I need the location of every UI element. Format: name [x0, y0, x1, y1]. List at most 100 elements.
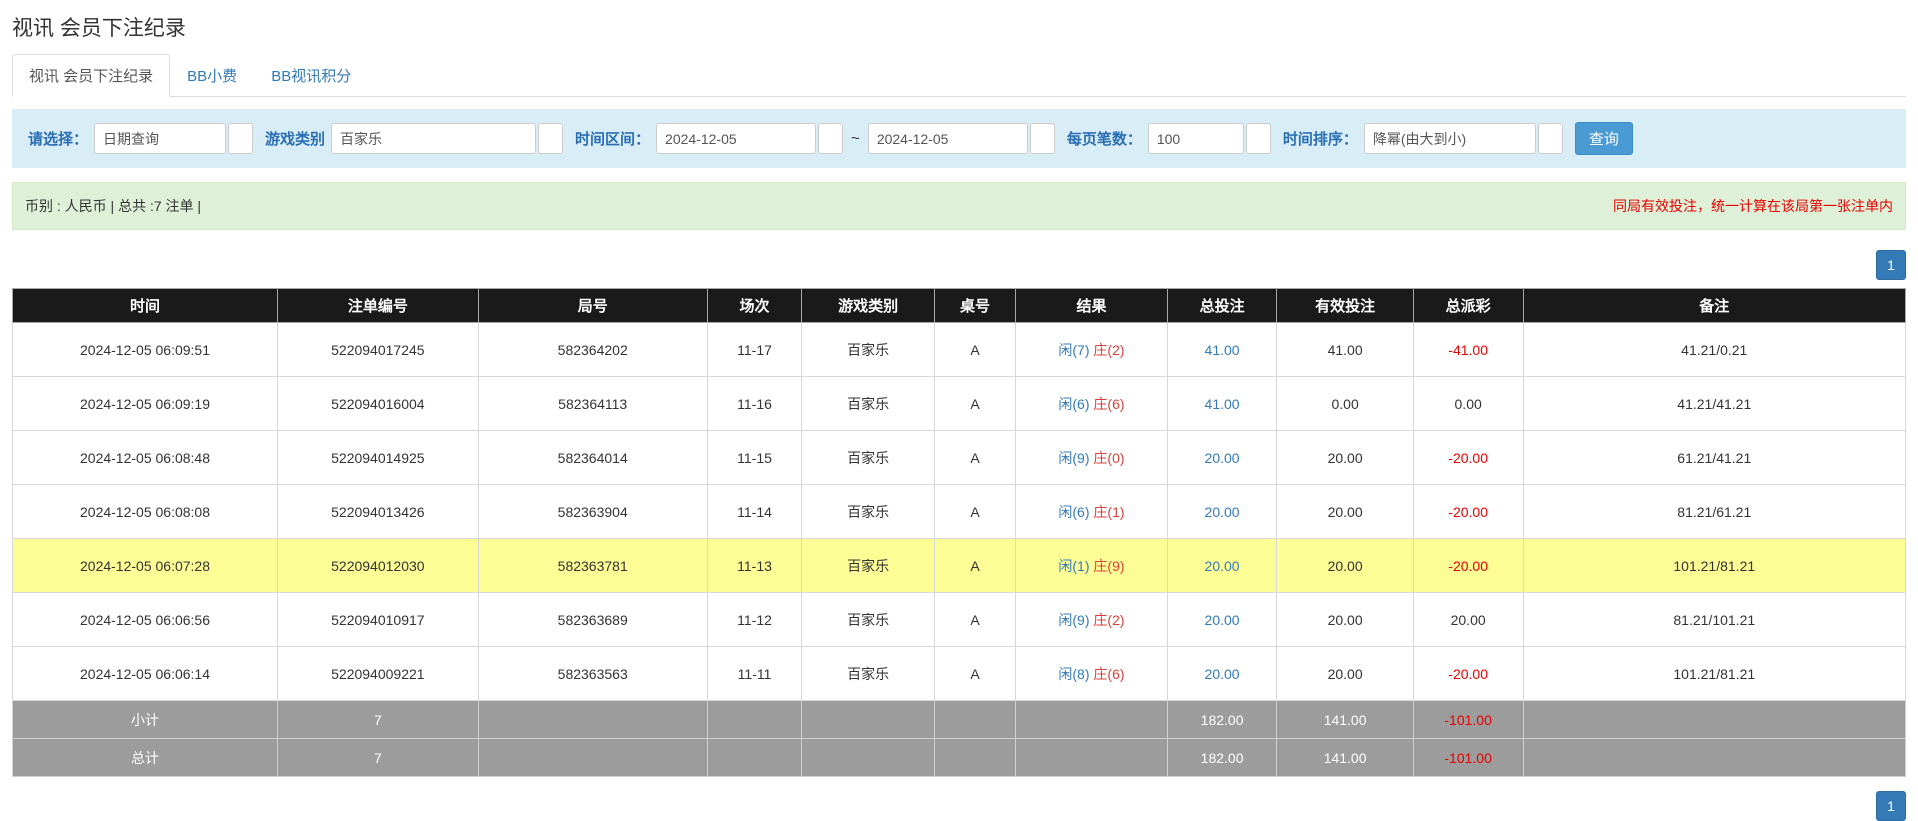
- result-banker: 庄(0): [1093, 450, 1124, 466]
- cell-game-type: 百家乐: [802, 593, 935, 647]
- cell-result: 闲(1) 庄(9): [1016, 539, 1167, 593]
- subtotal-row: 小计 7 182.00 141.00 -101.00: [13, 701, 1906, 739]
- table-row: 2024-12-05 06:06:56 522094010917 5823636…: [13, 593, 1906, 647]
- cell-valid-bet: 0.00: [1277, 377, 1413, 431]
- result-player: 闲(9): [1058, 450, 1089, 466]
- tab-bb-tips[interactable]: BB小费: [170, 54, 254, 97]
- date-to-input[interactable]: [868, 123, 1028, 154]
- range-separator: ~: [851, 130, 860, 147]
- result-banker: 庄(6): [1093, 666, 1124, 682]
- cell-time: 2024-12-05 06:09:51: [13, 323, 278, 377]
- col-bet-id: 注单编号: [278, 289, 479, 323]
- tab-betting-records[interactable]: 视讯 会员下注纪录: [12, 54, 170, 97]
- tab-bb-video-points[interactable]: BB视讯积分: [254, 54, 368, 97]
- filter-bar: 请选择： 游戏类别 时间区间： ~ 每页笔数： 时间排序： 查询: [12, 109, 1906, 168]
- cell-bet-id: 522094014925: [278, 431, 479, 485]
- cell-payout: -20.00: [1413, 485, 1523, 539]
- game-type-dropdown[interactable]: [538, 123, 563, 154]
- cell-total-bet[interactable]: 20.00: [1167, 647, 1277, 701]
- game-type-label: 游戏类别: [265, 128, 325, 149]
- date-from-dropdown[interactable]: [818, 123, 843, 154]
- cell-valid-bet: 20.00: [1277, 593, 1413, 647]
- cell-bet-id: 522094017245: [278, 323, 479, 377]
- search-button[interactable]: 查询: [1575, 122, 1633, 155]
- cell-time: 2024-12-05 06:07:28: [13, 539, 278, 593]
- cell-bet-id: 522094009221: [278, 647, 479, 701]
- page: 视讯 会员下注纪录 视讯 会员下注纪录 BB小费 BB视讯积分 请选择： 游戏类…: [0, 0, 1918, 821]
- cell-table-no: A: [934, 593, 1015, 647]
- cell-total-bet[interactable]: 20.00: [1167, 593, 1277, 647]
- cell-table-no: A: [934, 485, 1015, 539]
- cell-game-type: 百家乐: [802, 323, 935, 377]
- date-to-dropdown[interactable]: [1030, 123, 1055, 154]
- table-row-highlighted: 2024-12-05 06:07:28 522094012030 5823637…: [13, 539, 1906, 593]
- table-row: 2024-12-05 06:09:19 522094016004 5823641…: [13, 377, 1906, 431]
- cell-payout: -41.00: [1413, 323, 1523, 377]
- subtotal-label: 小计: [13, 701, 278, 739]
- pagination-bottom: 1: [12, 791, 1906, 821]
- cell-result: 闲(9) 庄(2): [1016, 593, 1167, 647]
- game-type-input[interactable]: [331, 123, 536, 154]
- col-table-no: 桌号: [934, 289, 1015, 323]
- empty-cell: [934, 739, 1015, 777]
- date-from-input[interactable]: [656, 123, 816, 154]
- cell-payout: -20.00: [1413, 647, 1523, 701]
- result-banker: 庄(9): [1093, 558, 1124, 574]
- page-1-button[interactable]: 1: [1876, 250, 1906, 280]
- empty-cell: [707, 701, 802, 739]
- table-row: 2024-12-05 06:08:48 522094014925 5823640…: [13, 431, 1906, 485]
- col-payout: 总派彩: [1413, 289, 1523, 323]
- cell-total-bet[interactable]: 20.00: [1167, 539, 1277, 593]
- col-result: 结果: [1016, 289, 1167, 323]
- time-sort-input[interactable]: [1364, 123, 1536, 154]
- cell-game-type: 百家乐: [802, 431, 935, 485]
- cell-note: 81.21/61.21: [1523, 485, 1905, 539]
- cell-game-type: 百家乐: [802, 539, 935, 593]
- cell-table-no: A: [934, 431, 1015, 485]
- cell-valid-bet: 20.00: [1277, 485, 1413, 539]
- empty-cell: [707, 739, 802, 777]
- cell-result: 闲(7) 庄(2): [1016, 323, 1167, 377]
- query-type-input[interactable]: [94, 123, 226, 154]
- cell-total-bet[interactable]: 41.00: [1167, 323, 1277, 377]
- time-sort-label: 时间排序：: [1283, 128, 1358, 149]
- cell-payout: 20.00: [1413, 593, 1523, 647]
- table-row: 2024-12-05 06:09:51 522094017245 5823642…: [13, 323, 1906, 377]
- cell-result: 闲(6) 庄(6): [1016, 377, 1167, 431]
- cell-game-type: 百家乐: [802, 647, 935, 701]
- query-type-dropdown[interactable]: [228, 123, 253, 154]
- cell-round-id: 582364202: [478, 323, 707, 377]
- page-1-button[interactable]: 1: [1876, 791, 1906, 821]
- page-title: 视讯 会员下注纪录: [12, 12, 1906, 42]
- cell-round-id: 582364014: [478, 431, 707, 485]
- cell-note: 61.21/41.21: [1523, 431, 1905, 485]
- empty-cell: [478, 739, 707, 777]
- time-range-label: 时间区间：: [575, 128, 650, 149]
- cell-session: 11-17: [707, 323, 802, 377]
- cell-payout: -20.00: [1413, 539, 1523, 593]
- per-page-input[interactable]: [1148, 123, 1244, 154]
- subtotal-payout: -101.00: [1413, 701, 1523, 739]
- cell-result: 闲(9) 庄(0): [1016, 431, 1167, 485]
- cell-session: 11-14: [707, 485, 802, 539]
- col-valid-bet: 有效投注: [1277, 289, 1413, 323]
- cell-total-bet[interactable]: 41.00: [1167, 377, 1277, 431]
- per-page-dropdown[interactable]: [1246, 123, 1271, 154]
- betting-records-table: 时间 注单编号 局号 场次 游戏类别 桌号 结果 总投注 有效投注 总派彩 备注…: [12, 288, 1906, 777]
- col-session: 场次: [707, 289, 802, 323]
- result-player: 闲(6): [1058, 396, 1089, 412]
- cell-bet-id: 522094010917: [278, 593, 479, 647]
- col-note: 备注: [1523, 289, 1905, 323]
- cell-session: 11-12: [707, 593, 802, 647]
- cell-table-no: A: [934, 647, 1015, 701]
- total-payout: -101.00: [1413, 739, 1523, 777]
- result-banker: 庄(2): [1093, 612, 1124, 628]
- cell-total-bet[interactable]: 20.00: [1167, 485, 1277, 539]
- cell-time: 2024-12-05 06:06:56: [13, 593, 278, 647]
- valid-bet-note: 同局有效投注，统一计算在该局第一张注单内: [1613, 196, 1893, 216]
- cell-time: 2024-12-05 06:08:08: [13, 485, 278, 539]
- cell-note: 41.21/41.21: [1523, 377, 1905, 431]
- time-sort-dropdown[interactable]: [1538, 123, 1563, 154]
- cell-session: 11-16: [707, 377, 802, 431]
- cell-total-bet[interactable]: 20.00: [1167, 431, 1277, 485]
